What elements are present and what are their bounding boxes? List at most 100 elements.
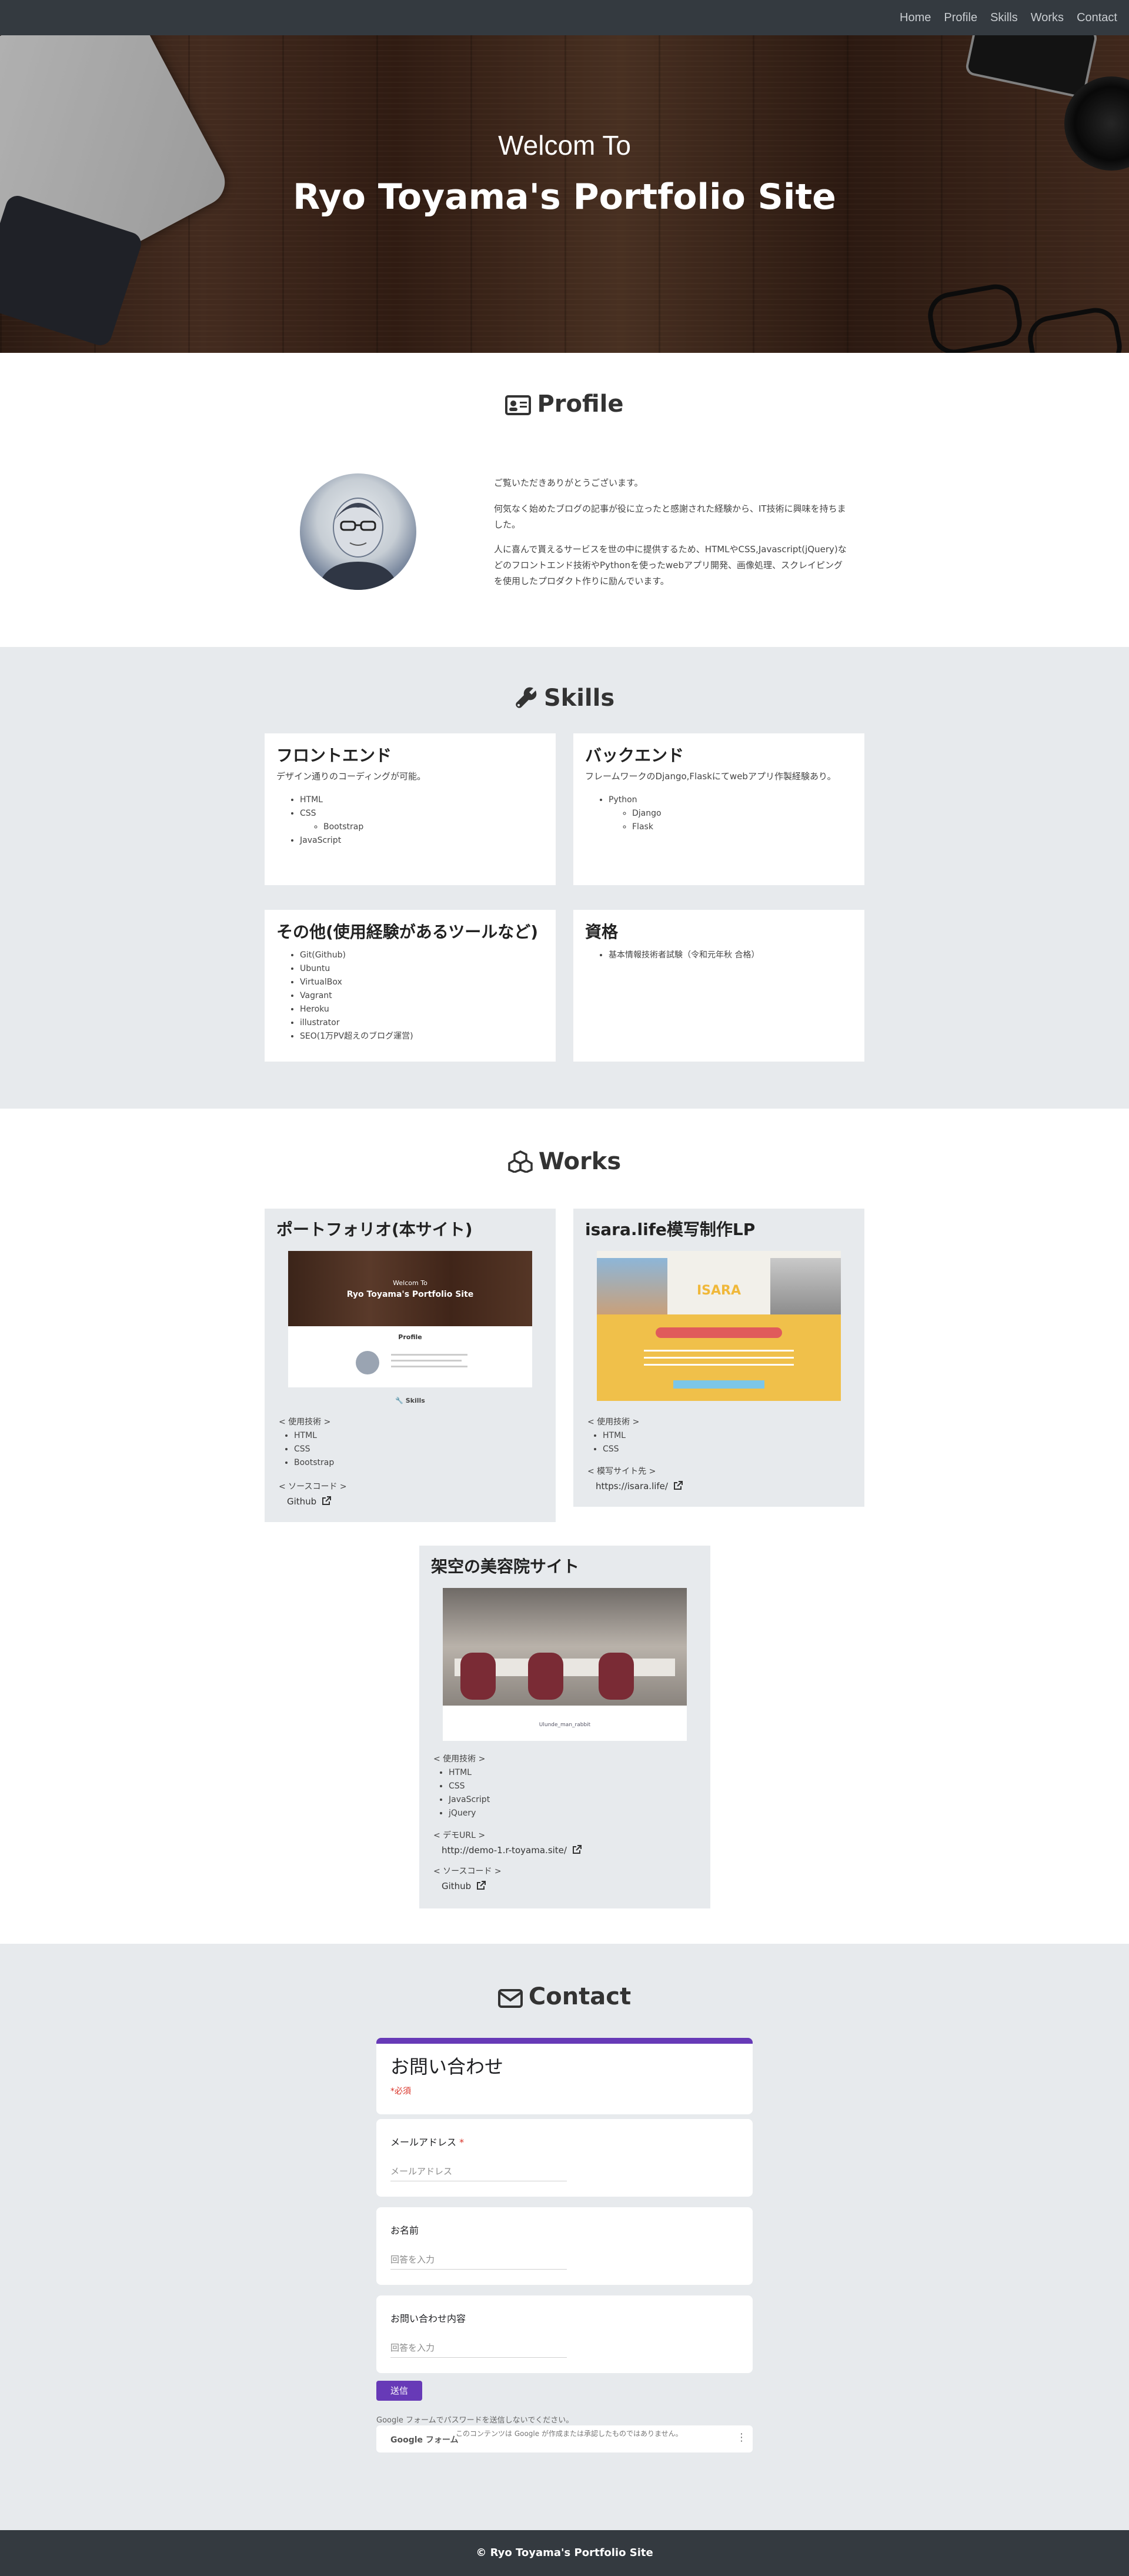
thumb-text-line <box>391 1366 467 1367</box>
list-item: CSS <box>294 1443 334 1456</box>
demo-link[interactable]: http://demo-1.r-toyama.site/ <box>442 1845 582 1856</box>
work-thumbnail[interactable]: Ulunde_man_rabbit <box>443 1588 687 1741</box>
tech-list: HTML CSS Bootstrap <box>270 1429 334 1470</box>
thumb-hero: Welcom To Ryo Toyama's Portfolio Site <box>288 1251 532 1326</box>
thumb-text-line <box>391 1360 462 1362</box>
nav-profile-link[interactable]: Profile <box>944 11 977 25</box>
thumb-chair <box>460 1653 496 1700</box>
skill-list: 基本情報技術者試験（令和元年秋 合格） <box>585 949 759 962</box>
work-card-salon: 架空の美容院サイト Ulunde_man_rabbit < 使用技術 > HTM… <box>419 1546 710 1908</box>
list-item: CSS <box>603 1443 626 1456</box>
tech-label: < 使用技術 > <box>587 1417 640 1427</box>
list-item: JavaScript <box>449 1793 490 1807</box>
name-question-card: お名前 回答を入力 <box>376 2207 753 2285</box>
work-card-portfolio: ポートフォリオ(本サイト) Welcom To Ryo Toyama's Por… <box>265 1209 556 1522</box>
work-thumbnail[interactable]: Welcom To Ryo Toyama's Portfolio Site Pr… <box>288 1251 532 1387</box>
list-item: HTML <box>300 793 363 807</box>
form-title: お問い合わせ <box>390 2056 504 2078</box>
kebab-menu-icon[interactable]: ⋮ <box>736 2431 747 2444</box>
thumb-brand: ISARA <box>696 1283 741 1298</box>
email-field[interactable]: メールアドレス <box>390 2165 567 2181</box>
sub-list: Django Flask <box>609 807 662 834</box>
thumb-text-line <box>391 1354 467 1356</box>
profile-heading-text: Profile <box>537 391 624 418</box>
google-forms-bar: Google フォーム このコンテンツは Google が作成または承認したもの… <box>376 2425 753 2452</box>
skill-card-title: フロントエンド <box>276 746 392 765</box>
thumb-title: Ryo Toyama's Portfolio Site <box>346 1290 474 1299</box>
list-item: Heroku <box>300 1003 413 1016</box>
form-header-card: お問い合わせ *必須 <box>376 2038 753 2114</box>
list-item: HTML <box>603 1429 626 1443</box>
thumb-chair <box>599 1653 634 1700</box>
skills-section <box>0 647 1129 1109</box>
message-field[interactable]: 回答を入力 <box>390 2341 567 2358</box>
skill-card-frontend: フロントエンド デザイン通りのコーディングが可能。 HTML CSS Boots… <box>265 733 556 885</box>
contact-heading: Contact <box>0 1983 1129 2010</box>
thumb-header: ISARA <box>597 1251 841 1314</box>
work-card-isara: isara.life模写制作LP ISARA < 使用技術 > HTML CSS… <box>573 1209 864 1507</box>
skill-list: HTML CSS Bootstrap JavaScript <box>276 793 363 847</box>
wrench-icon <box>516 687 537 708</box>
thumb-caption: Ulunde_man_rabbit <box>539 1722 591 1728</box>
external-link-icon <box>322 1496 331 1505</box>
submit-button[interactable]: 送信 <box>376 2381 422 2401</box>
profile-paragraph: 何気なく始めたブログの記事が役に立ったと感謝された経験から、IT技術に興味を持ち… <box>494 503 846 530</box>
skills-heading-text: Skills <box>543 685 615 712</box>
password-notice: Google フォームでパスワードを送信しないでください。 <box>376 2416 574 2425</box>
external-link-icon <box>673 1481 683 1490</box>
site-label: < 模写サイト先 > <box>587 1467 656 1476</box>
name-field[interactable]: 回答を入力 <box>390 2253 567 2270</box>
works-heading-text: Works <box>538 1148 622 1175</box>
email-question-card: メールアドレス * メールアドレス <box>376 2119 753 2197</box>
contact-heading-text: Contact <box>528 1983 632 2010</box>
external-link-icon <box>572 1845 582 1854</box>
required-note: *必須 <box>390 2087 411 2096</box>
thumb-skills-heading: 🔧 Skills <box>395 1397 425 1404</box>
thumb-photo-left <box>597 1258 667 1314</box>
tech-label: < 使用技術 > <box>433 1754 486 1764</box>
skill-list: Git(Github) Ubuntu VirtualBox Vagrant He… <box>276 949 413 1043</box>
list-item: Ubuntu <box>300 962 413 976</box>
nav-contact-link[interactable]: Contact <box>1077 11 1117 25</box>
demo-label: < デモURL > <box>433 1831 486 1840</box>
list-item: Git(Github) <box>300 949 413 962</box>
external-link-icon <box>477 1881 486 1890</box>
list-item: VirtualBox <box>300 976 413 989</box>
work-thumbnail[interactable]: ISARA <box>597 1251 841 1401</box>
list-item: CSS Bootstrap <box>300 807 363 834</box>
github-link[interactable]: Github <box>287 1496 331 1507</box>
list-item: illustrator <box>300 1016 413 1030</box>
list-item: Flask <box>632 820 662 834</box>
skill-card-desc: デザイン通りのコーディングが可能。 <box>276 771 426 782</box>
sub-list: Bootstrap <box>300 820 363 834</box>
thumb-chair <box>528 1653 563 1700</box>
thumb-body <box>597 1314 841 1401</box>
hero-welcome: Welcom To <box>498 130 631 161</box>
list-item: Vagrant <box>300 989 413 1003</box>
list-item: Bootstrap <box>323 820 363 834</box>
skills-heading: Skills <box>0 685 1129 712</box>
skill-card-title: 資格 <box>585 922 619 942</box>
work-card-title: ポートフォリオ(本サイト) <box>276 1220 473 1239</box>
thumb-profile-heading: Profile <box>398 1333 422 1341</box>
hero-title: Ryo Toyama's Portfolio Site <box>293 176 836 218</box>
list-item: Bootstrap <box>294 1456 334 1470</box>
thumb-avatar <box>356 1351 379 1374</box>
isara-link[interactable]: https://isara.life/ <box>596 1481 683 1491</box>
google-forms-brand[interactable]: Google フォーム <box>390 2434 459 2445</box>
works-heading: Works <box>0 1148 1129 1175</box>
list-item: 基本情報技術者試験（令和元年秋 合格） <box>609 949 759 962</box>
thumb-text-line <box>644 1350 794 1352</box>
skill-card-desc: フレームワークのDjango,Flaskにてwebアプリ作製経験あり。 <box>585 771 836 782</box>
list-item: jQuery <box>449 1807 490 1820</box>
nav-works-link[interactable]: Works <box>1031 11 1064 25</box>
nav-home-link[interactable]: Home <box>900 11 931 25</box>
hero-banner: Welcom To Ryo Toyama's Portfolio Site <box>0 35 1129 353</box>
nav-skills-link[interactable]: Skills <box>990 11 1018 25</box>
message-label: お問い合わせ内容 <box>390 2313 466 2324</box>
thumb-text-line <box>644 1357 794 1359</box>
skill-card-backend: バックエンド フレームワークのDjango,Flaskにてwebアプリ作製経験あ… <box>573 733 864 885</box>
github-link[interactable]: Github <box>442 1881 486 1891</box>
envelope-icon <box>497 1989 523 2008</box>
nav-links: Home Profile Skills Works Contact <box>900 0 1117 35</box>
